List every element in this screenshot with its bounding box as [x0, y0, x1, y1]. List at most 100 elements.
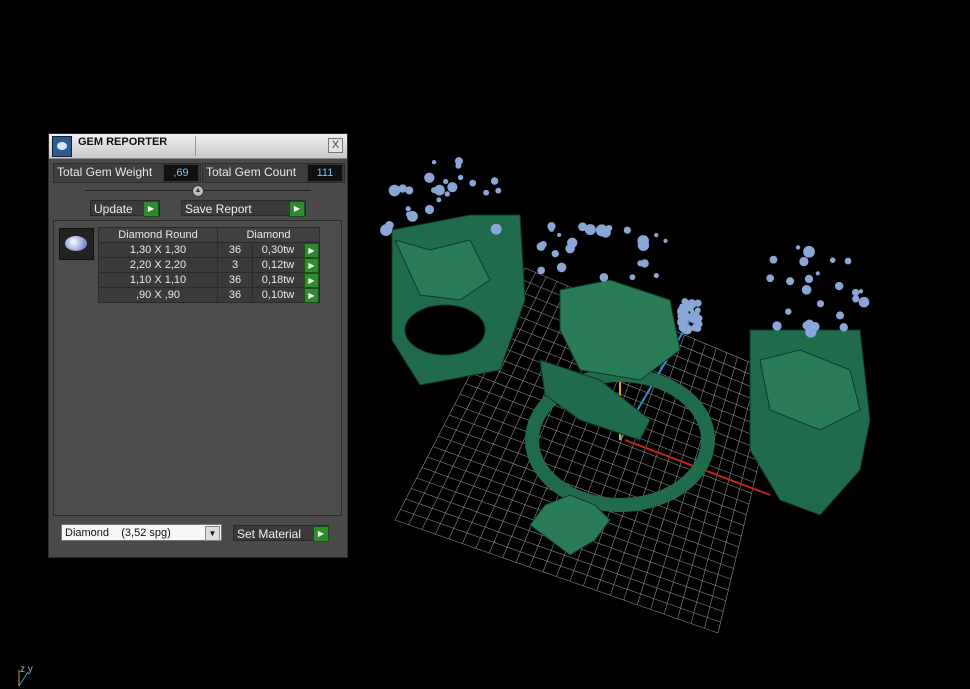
gem-sphere [407, 210, 418, 222]
save-report-button[interactable]: Save Report [181, 200, 306, 216]
row-count: 3 [217, 257, 253, 273]
app-icon [52, 136, 72, 157]
total-count-value: 111 [307, 164, 343, 182]
slider-knob-icon[interactable]: ▲ [192, 185, 204, 197]
table-row[interactable]: 1,10 X 1,10 36 0,18tw ▶ [98, 272, 320, 288]
header-material: Diamond [217, 227, 320, 243]
gem-sphere [681, 324, 693, 335]
gem-sphere [816, 300, 825, 308]
header-shape: Diamond Round [98, 227, 218, 243]
gem-sphere [444, 191, 450, 197]
gem-sphere [567, 237, 578, 248]
gem-sphere [551, 250, 559, 258]
gem-sphere [469, 179, 477, 187]
save-report-go-icon[interactable]: ▶ [289, 201, 305, 217]
material-select[interactable]: Diamond (3,52 spg) ▼ [61, 524, 222, 541]
gem-sphere [799, 256, 809, 267]
gem-sphere [599, 272, 609, 282]
gem-sphere [455, 162, 462, 169]
gem-sphere [686, 299, 697, 309]
gem-sphere [424, 204, 435, 215]
gem-sphere [769, 255, 778, 264]
gem-sphere [852, 295, 860, 303]
gem-sphere [490, 223, 502, 235]
gem-list-area: Diamond Round Diamond 1,30 X 1,30 36 0,3… [53, 220, 342, 516]
gem-sphere [802, 321, 811, 330]
row-weight: 0,30tw [261, 244, 295, 256]
gem-sphere [405, 206, 411, 212]
gem-sphere [431, 160, 437, 165]
gem-sphere [801, 284, 812, 295]
gem-sphere [803, 245, 815, 258]
row-go-icon[interactable]: ▶ [304, 243, 319, 258]
total-weight-value: ,69 [163, 164, 199, 182]
gem-sphere [398, 184, 407, 193]
gem-sphere [858, 289, 864, 294]
gem-sphere [604, 225, 612, 233]
gem-sphere [623, 226, 631, 234]
row-size: 1,30 X 1,30 [98, 242, 218, 258]
gem-sphere [637, 260, 644, 267]
gem-sphere [578, 222, 587, 232]
gem-sphere [677, 305, 689, 318]
gem-sphere [795, 245, 801, 250]
gem-sphere [654, 232, 659, 238]
gem-sphere [557, 232, 562, 237]
row-go-icon[interactable]: ▶ [304, 273, 319, 288]
update-go-icon[interactable]: ▶ [143, 201, 159, 217]
gem-sphere [663, 238, 668, 243]
gem-sphere [536, 242, 546, 251]
row-weight: 0,10tw [261, 289, 295, 301]
table-row[interactable]: ,90 X ,90 36 0,10tw ▶ [98, 287, 320, 303]
gem-sphere [689, 309, 695, 314]
dropdown-arrow-icon[interactable]: ▼ [205, 526, 220, 541]
gem-sphere [804, 274, 814, 284]
close-icon[interactable]: X [328, 138, 343, 153]
gem-sphere [457, 174, 464, 181]
gem-table: Diamond Round Diamond 1,30 X 1,30 36 0,3… [98, 227, 320, 303]
title-separator [195, 136, 196, 156]
ring-model-right[interactable] [749, 329, 871, 516]
gem-sphere [653, 273, 659, 279]
material-select-value: Diamond (3,52 spg) [65, 527, 171, 539]
row-go-icon[interactable]: ▶ [304, 258, 319, 273]
title-bar[interactable]: GEM REPORTER X [49, 134, 347, 159]
row-size: 1,10 X 1,10 [98, 272, 218, 288]
gem-sphere [844, 257, 852, 265]
table-row[interactable]: 2,20 X 2,20 3 0,12tw ▶ [98, 257, 320, 273]
gem-sphere [690, 314, 695, 319]
gem-sphere [772, 321, 782, 331]
gem-sphere [815, 271, 820, 276]
total-count-label: Total Gem Count [206, 165, 297, 179]
row-count: 36 [217, 242, 253, 258]
ring-model-left[interactable] [391, 214, 526, 386]
gem-sphere [443, 178, 449, 185]
total-weight-label: Total Gem Weight [57, 165, 153, 179]
gem-sphere [537, 266, 545, 275]
table-row[interactable]: 1,30 X 1,30 36 0,30tw ▶ [98, 242, 320, 258]
gem-sphere [851, 288, 860, 297]
gem-sphere [490, 177, 499, 185]
gem-sphere [861, 301, 867, 307]
gem-sphere [766, 274, 775, 283]
gem-sphere [785, 308, 792, 315]
gem-sphere [436, 197, 442, 203]
row-go-icon[interactable]: ▶ [304, 288, 319, 303]
gem-sphere [495, 187, 502, 194]
row-size: 2,20 X 2,20 [98, 257, 218, 273]
gem-thumbnail-icon[interactable] [59, 228, 94, 260]
gem-sphere [556, 262, 567, 273]
gem-sphere [839, 323, 848, 332]
axis-label: z y [20, 664, 33, 675]
gem-sphere [637, 239, 650, 251]
gem-sphere [483, 189, 490, 196]
gem-sphere [834, 281, 844, 291]
gem-sphere [447, 182, 458, 193]
gem-sphere [836, 311, 845, 320]
set-material-go-icon[interactable]: ▶ [313, 526, 329, 542]
gem-sphere [629, 274, 636, 281]
row-count: 36 [217, 287, 253, 303]
gem-reporter-panel: GEM REPORTER X Total Gem Weight ,69 Tota… [48, 133, 348, 558]
gem-sphere [694, 307, 701, 314]
row-weight: 0,12tw [261, 259, 295, 271]
